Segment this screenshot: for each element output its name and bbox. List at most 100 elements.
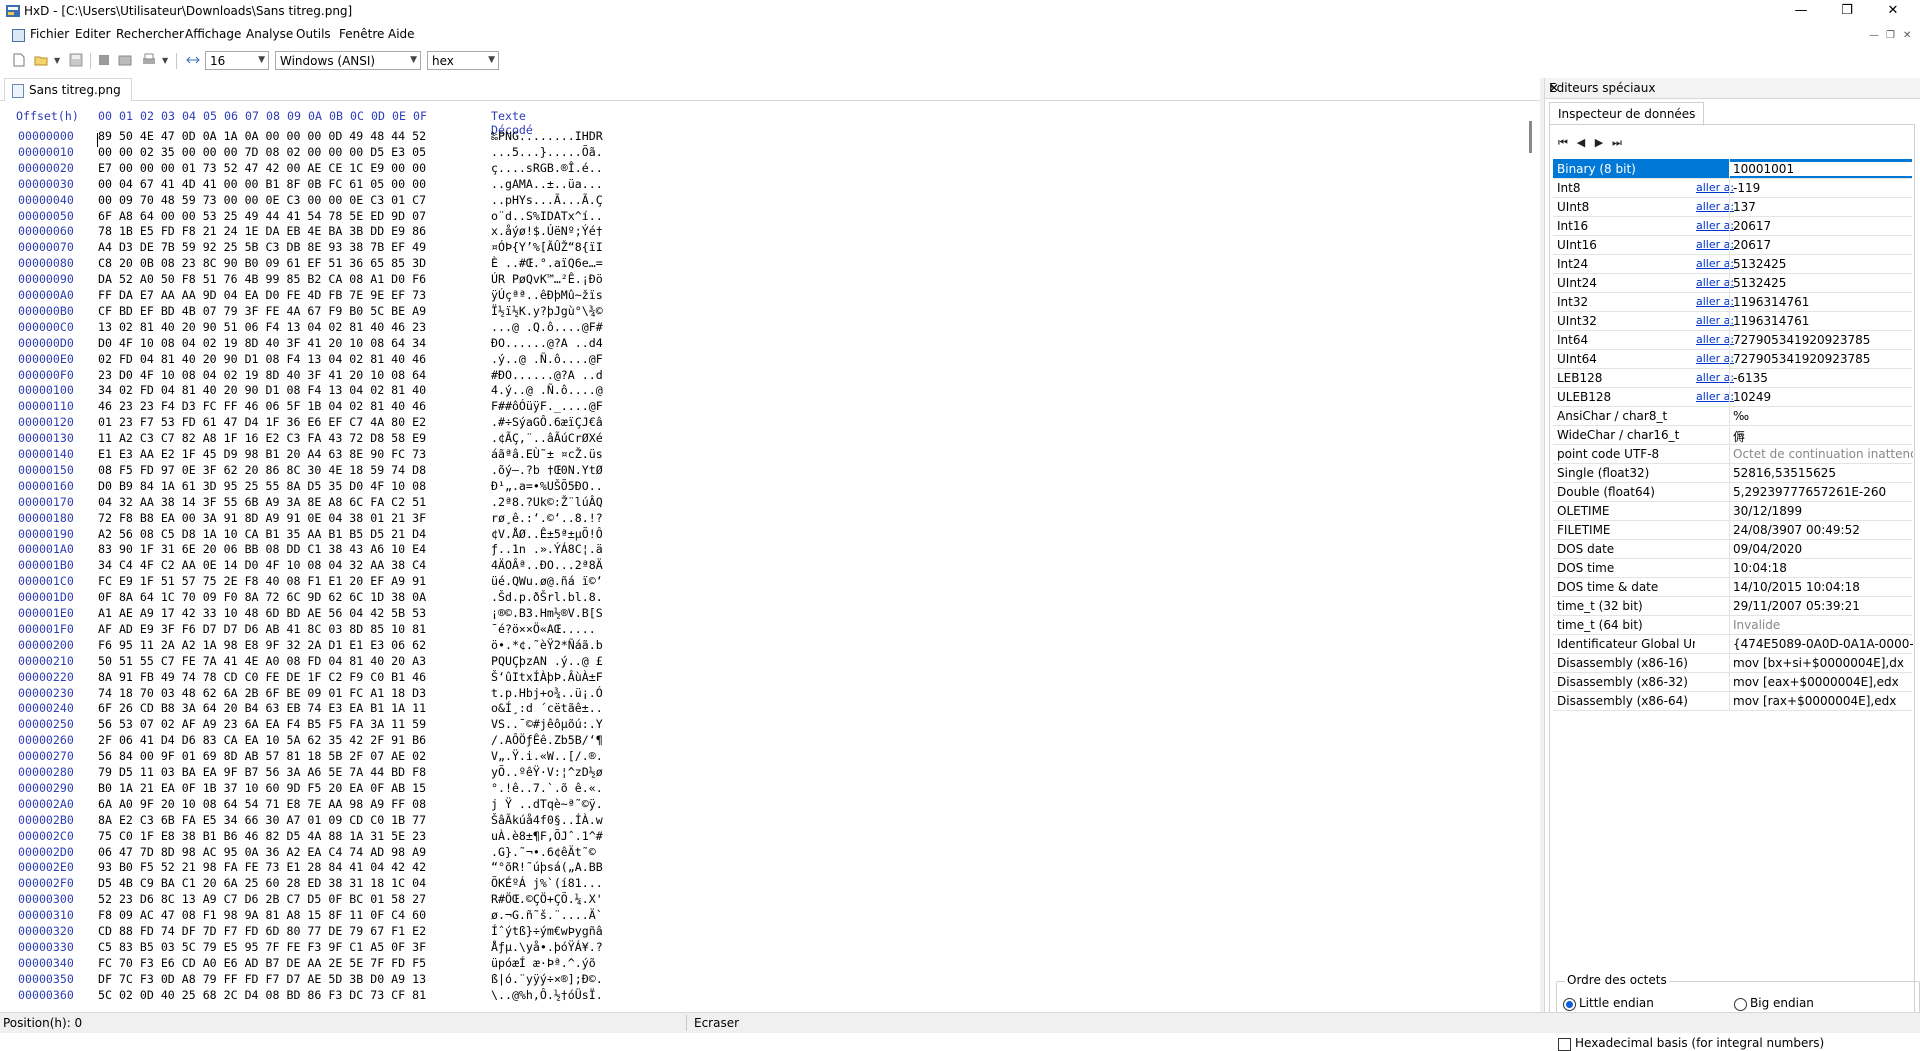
hex-row[interactable]: 00000080 C8 20 0B 08 23 8C 90 B0 09 61 EF…	[0, 256, 700, 272]
hex-row[interactable]: 00000280 79 D5 11 03 BA EA 9F B7 56 3A A6…	[0, 765, 700, 781]
bytes-per-row-select[interactable]: 16 ▼	[205, 51, 269, 70]
inspector-row[interactable]: LEB128 aller a: -6135	[1553, 368, 1912, 388]
hex-row[interactable]: 00000320 CD 88 FD 74 DF 7D F7 FD 6D 80 77…	[0, 924, 700, 940]
row-decoded-text[interactable]: /.AÔÖƒÊê.Zb5B/‘¶	[491, 733, 603, 747]
inspector-row[interactable]: Disassembly (x86-64) mov [rax+$0000004E],…	[1553, 691, 1912, 711]
hex-row[interactable]: 00000110 46 23 23 F4 D3 FC FF 46 06 5F 1B…	[0, 399, 700, 415]
inspector-value[interactable]: mov [rax+$0000004E],edx	[1729, 694, 1913, 708]
inspector-value[interactable]: 1196314761	[1729, 295, 1913, 309]
save-icon[interactable]	[69, 53, 83, 67]
row-decoded-text[interactable]: .G}.˜¬•.6¢êÄt­˜©	[491, 845, 596, 859]
hex-row[interactable]: 000000B0 CF BD EF BD 4B 07 79 3F FE 4A 67…	[0, 304, 700, 320]
inspector-value[interactable]: 20617	[1729, 219, 1913, 233]
inspector-value[interactable]: 10001001	[1729, 162, 1913, 176]
row-bytes[interactable]: 93 B0 F5 52 21 98 FA FE 73 E1 28 84 41 0…	[98, 860, 426, 874]
row-decoded-text[interactable]: Íˆýtß}÷ým€wÞygñâ	[491, 924, 603, 938]
row-bytes[interactable]: 34 C4 4F C2 AA 0E 14 D0 4F 10 08 04 32 A…	[98, 558, 426, 572]
row-decoded-text[interactable]: ç....sRGB.®Î.é..	[491, 161, 603, 175]
row-decoded-text[interactable]: V„.Ÿ.i.«W..[/.®.	[491, 749, 603, 763]
hex-row[interactable]: 00000300 52 23 D6 8C 13 A9 C7 D6 2B C7 D5…	[0, 892, 700, 908]
row-decoded-text[interactable]: 4.ý..@ .Ñ.ô....@	[491, 383, 603, 397]
inspector-value[interactable]: 14/10/2015 10:04:18	[1729, 580, 1913, 594]
inspector-row[interactable]: Int32 aller a: 1196314761	[1553, 292, 1912, 312]
hex-row[interactable]: 00000020 E7 00 00 00 01 73 52 47 42 00 AE…	[0, 161, 700, 177]
hex-row[interactable]: 00000330 C5 83 B5 03 5C 79 E5 95 7F FE F3…	[0, 940, 700, 956]
row-bytes[interactable]: 83 90 1F 31 6E 20 06 BB 08 DD C1 38 43 A…	[98, 542, 426, 556]
previous-icon[interactable]: ◀	[1574, 136, 1588, 150]
hex-row[interactable]: 000001A0 83 90 1F 31 6E 20 06 BB 08 DD C1…	[0, 542, 700, 558]
inspector-value[interactable]: 30/12/1899	[1729, 504, 1913, 518]
row-decoded-text[interactable]: .¢ÃÇ‚¨..âÃúCrØXé	[491, 431, 603, 445]
inspector-row[interactable]: DOS date 09/04/2020	[1553, 539, 1912, 559]
tab-data-inspector[interactable]: Inspecteur de données	[1549, 102, 1705, 126]
row-bytes[interactable]: A4 D3 DE 7B 59 92 25 5B C3 DB 8E 93 38 7…	[98, 240, 426, 254]
scrollbar-thumb[interactable]	[1529, 121, 1532, 153]
inspector-value[interactable]: 24/08/3907 00:49:52	[1729, 523, 1913, 537]
row-bytes[interactable]: C8 20 0B 08 23 8C 90 B0 09 61 EF 51 36 6…	[98, 256, 426, 270]
inspector-row[interactable]: UInt64 aller a: 727905341920923785	[1553, 349, 1912, 369]
row-decoded-text[interactable]: üé.QWu.ø@.ñá ï©‘	[491, 574, 603, 588]
close-button[interactable]: ✕	[1870, 0, 1916, 22]
inspector-row[interactable]: time_t (32 bit) 29/11/2007 05:39:21	[1553, 596, 1912, 616]
row-decoded-text[interactable]: .õý—.?b †Œ0N.YtØ	[491, 463, 603, 477]
hex-row[interactable]: 00000260 2F 06 41 D4 D6 83 CA EA 10 5A 62…	[0, 733, 700, 749]
row-bytes[interactable]: F8 09 AC 47 08 F1 98 9A 81 A8 15 8F 11 0…	[98, 908, 426, 922]
row-decoded-text[interactable]: .ý..@ .Ñ.ô....@F	[491, 352, 603, 366]
new-file-icon[interactable]	[12, 53, 26, 67]
row-bytes[interactable]: 56 84 00 9F 01 69 8D AB 57 81 18 5B 2F 0…	[98, 749, 426, 763]
hex-row[interactable]: 00000290 B0 1A 21 EA 0F 1B 37 10 60 9D F5…	[0, 781, 700, 797]
big-endian-label[interactable]: Big endian	[1750, 996, 1814, 1010]
inspector-value[interactable]: 傉	[1729, 428, 1913, 445]
inspector-row[interactable]: AnsiChar / char8_t ‰	[1553, 406, 1912, 426]
menu-analyse[interactable]: Analyse	[246, 27, 293, 41]
row-decoded-text[interactable]: ø.¬G.ñ˜š.¨....Ä`	[491, 908, 603, 922]
panel-close-icon[interactable]: ✕	[1549, 81, 1915, 95]
hex-row[interactable]: 000002F0 D5 4B C9 BA C1 20 6A 25 60 28 ED…	[0, 876, 700, 892]
last-icon[interactable]: ⏭	[1610, 136, 1624, 150]
inspector-value[interactable]: ‰	[1729, 409, 1913, 423]
row-bytes[interactable]: 00 09 70 48 59 73 00 00 0E C3 00 00 0E C…	[98, 193, 426, 207]
hex-row[interactable]: 00000010 00 00 02 35 00 00 00 7D 08 02 00…	[0, 145, 700, 161]
row-decoded-text[interactable]: È ..#Œ.°.aïQ6e…=	[491, 256, 603, 270]
row-decoded-text[interactable]: #ÐO......@?A ..d	[491, 368, 603, 382]
hex-row[interactable]: 00000000 89 50 4E 47 0D 0A 1A 0A 00 00 00…	[0, 129, 700, 147]
menu-fichier[interactable]: Fichier	[30, 27, 69, 41]
hex-row[interactable]: 00000220 8A 91 FB 49 74 78 CD C0 FE DE 1F…	[0, 670, 700, 686]
inspector-value[interactable]: 5132425	[1729, 257, 1913, 271]
row-bytes[interactable]: 5C 02 0D 40 25 68 2C D4 08 BD 86 F3 DC 7…	[98, 988, 426, 1002]
menu-affichage[interactable]: Affichage	[185, 27, 241, 41]
row-bytes[interactable]: 72 F8 B8 EA 00 3A 91 8D A9 91 0E 04 38 0…	[98, 511, 426, 525]
row-decoded-text[interactable]: ŠâÃkúå4f0§..ÍÀ.w	[491, 813, 603, 827]
row-bytes[interactable]: C5 83 B5 03 5C 79 E5 95 7F FE F3 9F C1 A…	[98, 940, 426, 954]
inspector-value[interactable]: mov [eax+$0000004E],edx	[1729, 675, 1913, 689]
row-decoded-text[interactable]: ÚR PøQvK™…²Ê.¡Ðö	[491, 272, 603, 286]
menu-aide[interactable]: Aide	[388, 27, 415, 41]
inspector-value[interactable]: 5,29239777657261E-260	[1729, 485, 1913, 499]
hex-row[interactable]: 00000360 5C 02 0D 40 25 68 2C D4 08 BD 86…	[0, 988, 700, 1004]
inspector-row[interactable]: Disassembly (x86-16) mov [bx+si+$0000004E…	[1553, 653, 1912, 673]
inspector-value[interactable]: 1196314761	[1729, 314, 1913, 328]
row-decoded-text[interactable]: Ð¹„.a=•%UŠÕ5ÐO..	[491, 479, 603, 493]
hex-row[interactable]: 00000040 00 09 70 48 59 73 00 00 0E C3 00…	[0, 193, 700, 209]
row-decoded-text[interactable]: 4ÄOÂª..ÐO...2ª8Ä	[491, 558, 603, 572]
hex-row[interactable]: 000002D0 06 47 7D 8D 98 AC 95 0A 36 A2 EA…	[0, 845, 700, 861]
row-decoded-text[interactable]: ß|ó.¨yÿý÷×®];Ð©.	[491, 972, 603, 986]
row-decoded-text[interactable]: .2ª8.?Uk©:Ž¨lúÂQ	[491, 495, 603, 509]
inspector-value[interactable]: 5132425	[1729, 276, 1913, 290]
row-decoded-text[interactable]: ö•.*¢.˜èŸ2*Ñáã.b	[491, 638, 603, 652]
row-bytes[interactable]: 8A E2 C3 6B FA E5 34 66 30 A7 01 09 CD C…	[98, 813, 426, 827]
row-bytes[interactable]: 52 23 D6 8C 13 A9 C7 D6 2B C7 D5 0F BC 0…	[98, 892, 426, 906]
inspector-value[interactable]: 20617	[1729, 238, 1913, 252]
hex-row[interactable]: 000001E0 A1 AE A9 17 42 33 10 48 6D BD AE…	[0, 606, 700, 622]
inspector-row[interactable]: Int64 aller a: 727905341920923785	[1553, 330, 1912, 350]
row-bytes[interactable]: 79 D5 11 03 BA EA 9F B7 56 3A A6 5E 7A 4…	[98, 765, 426, 779]
inspector-row[interactable]: FILETIME 24/08/3907 00:49:52	[1553, 520, 1912, 540]
row-bytes[interactable]: 2F 06 41 D4 D6 83 CA EA 10 5A 62 35 42 2…	[98, 733, 426, 747]
hex-editor-view[interactable]: Offset(h) 00 01 02 03 04 05 06 07 08 09 0A 0B 0C 0D 0E…	[0, 101, 1540, 1011]
row-bytes[interactable]: 0F 8A 64 1C 70 09 F0 8A 72 6C 9D 62 6C 1…	[98, 590, 426, 604]
mdi-restore-icon[interactable]: ❐	[1886, 30, 1895, 41]
row-bytes[interactable]: F6 95 11 2A A2 1A 98 E8 9F 32 2A D1 E1 E…	[98, 638, 426, 652]
inspector-value[interactable]: 727905341920923785	[1729, 333, 1913, 347]
hex-row[interactable]: 00000120 01 23 F7 53 FD 61 47 D4 1F 36 E6…	[0, 415, 700, 431]
inspector-value[interactable]: mov [bx+si+$0000004E],dx	[1729, 656, 1913, 670]
